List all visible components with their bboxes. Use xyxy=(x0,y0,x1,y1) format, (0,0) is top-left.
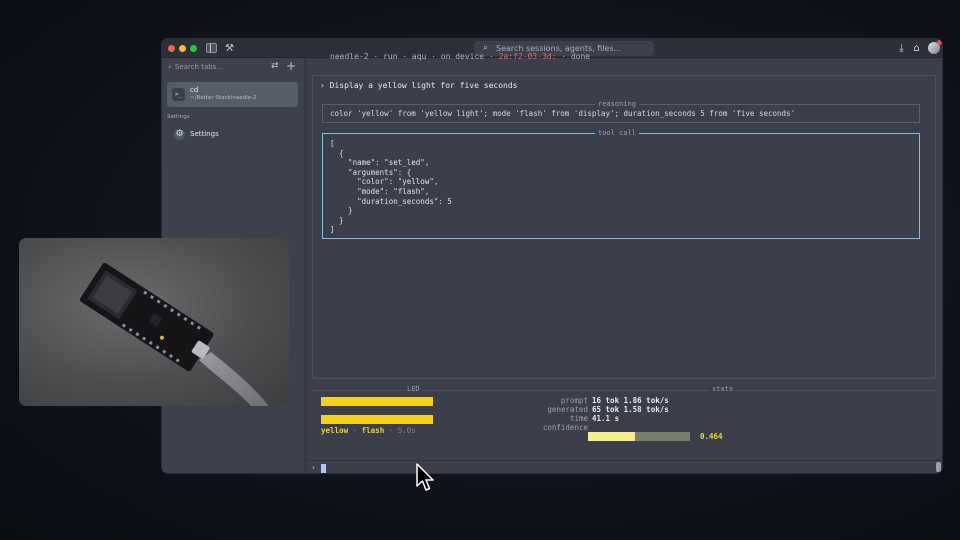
led-indicator-bar xyxy=(321,415,433,424)
close-window-button[interactable] xyxy=(168,45,175,52)
gear-icon: ⚙ xyxy=(174,129,185,140)
filter-icon[interactable]: ⇄ xyxy=(271,61,279,71)
session-path: ~/Better Stack/needle-2 xyxy=(190,95,257,101)
input-caret: › xyxy=(311,463,316,472)
stat-key: confidence xyxy=(542,423,588,432)
reasoning-box: reasoning color 'yellow' from 'yellow li… xyxy=(322,100,920,123)
minimize-window-button[interactable] xyxy=(179,45,186,52)
tool-call-label: tool call xyxy=(595,129,639,137)
stat-value: 41.1 s xyxy=(592,414,620,423)
reasoning-text: color 'yellow' from 'yellow light'; mode… xyxy=(330,109,796,118)
avatar[interactable] xyxy=(928,40,942,54)
download-icon[interactable]: ⤓ xyxy=(895,42,908,55)
led-mode-value: flash xyxy=(361,426,385,435)
stat-key: prompt xyxy=(560,396,588,405)
stat-key: time xyxy=(569,414,588,423)
status-panel: LED stats yellow · flash · 5.0s prompt 1… xyxy=(312,385,936,448)
previous-output-highlight: 2a:f2-03-3d: xyxy=(498,52,557,61)
divider xyxy=(306,58,307,473)
led-label: LED xyxy=(405,385,422,393)
led-status: yellow · flash · 5.0s xyxy=(321,426,416,435)
stats-label: stats xyxy=(710,385,736,393)
command-input[interactable]: › xyxy=(306,460,942,473)
tab-search-input[interactable]: ⌕ Search tabs... xyxy=(168,63,223,72)
sidebar-toggle-icon[interactable] xyxy=(206,43,217,53)
notification-badge xyxy=(937,40,942,45)
tool-call-box: tool call [ { "name": "set_led", "argume… xyxy=(322,129,920,239)
confidence-bar xyxy=(588,432,690,441)
sidebar-item-label: Settings xyxy=(190,130,219,138)
stat-key: generated xyxy=(547,405,588,414)
device-camera-video xyxy=(19,238,289,406)
user-prompt: › Display a yellow light for five second… xyxy=(320,81,518,90)
stat-value: 65 tok 1.58 tok/s xyxy=(592,405,669,414)
inbox-icon[interactable]: ⌂ xyxy=(910,42,923,55)
led-indicator-bar xyxy=(321,397,433,406)
tool-call-json: [ { "name": "set_led", "arguments": { "c… xyxy=(330,139,452,235)
led-duration-value: 5.0s xyxy=(397,426,416,435)
usb-cable xyxy=(199,352,269,406)
session-title: cd xyxy=(190,86,199,94)
dev-board-photo xyxy=(80,262,269,406)
search-icon: ⌕ xyxy=(168,63,172,71)
confidence-value: 0.464 xyxy=(700,432,723,441)
stat-value: 16 tok 1.86 tok/s xyxy=(592,396,669,405)
scrollbar-handle[interactable] xyxy=(936,462,941,472)
previous-output-prefix: needle-2 · run · aqu · on device · xyxy=(330,52,499,61)
tools-icon[interactable]: ⚒ xyxy=(223,42,236,55)
sidebar-item-session[interactable]: >_ cd ~/Better Stack/needle-2 xyxy=(167,82,298,107)
text-cursor xyxy=(321,464,326,473)
previous-output-suffix: · done xyxy=(556,52,591,61)
sidebar-item-settings[interactable]: ⚙ Settings xyxy=(170,128,298,142)
led-color-value: yellow xyxy=(321,426,349,435)
zoom-window-button[interactable] xyxy=(190,45,197,52)
confidence-bar-fill xyxy=(588,432,636,441)
sidebar-section-label: Settings xyxy=(167,114,190,120)
tab-search-placeholder: Search tabs... xyxy=(174,63,223,71)
esp32-board xyxy=(80,262,214,372)
new-tab-button[interactable]: + xyxy=(286,59,296,73)
led-separator: · xyxy=(388,426,394,435)
terminal-icon: >_ xyxy=(172,88,185,101)
led-separator: · xyxy=(352,426,358,435)
reasoning-label: reasoning xyxy=(595,100,639,108)
previous-output-line: needle-2 · run · aqu · on device · 2a:f2… xyxy=(330,52,590,61)
mouse-pointer-icon xyxy=(416,463,434,491)
terminal-pane[interactable]: needle-2 · run · aqu · on device · 2a:f2… xyxy=(306,52,942,473)
